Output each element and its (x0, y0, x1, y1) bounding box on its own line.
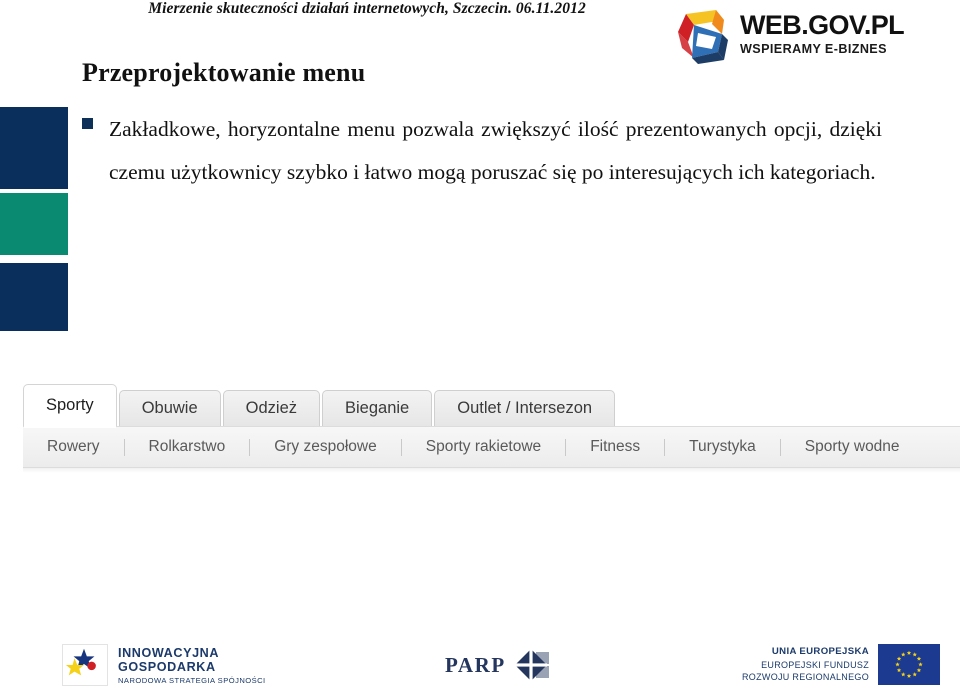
innowacyjna-gospodarka-stars-icon (62, 644, 108, 686)
innowacyjna-gospodarka-text: INNOWACYJNA GOSPODARKA NARODOWA STRATEGI… (118, 646, 266, 685)
decor-block-teal-middle (0, 193, 68, 255)
subnav-separator (123, 438, 125, 456)
ig-line-2: GOSPODARKA (118, 660, 216, 675)
tab-outlet-intersezon[interactable]: Outlet / Intersezon (434, 390, 616, 426)
tab-navigation-screenshot: Sporty Obuwie Odzież Bieganie Outlet / Inter… (23, 382, 960, 478)
subnav-shadow (23, 468, 960, 473)
eu-line-2: EUROPEJSKI FUNDUSZ (761, 659, 870, 670)
tab-sporty[interactable]: Sporty (23, 384, 117, 426)
active-tab-connector (24, 425, 116, 428)
web-gov-pl-logo: WEB.GOV.PL WSPIERAMY E-BIZNES (668, 6, 936, 68)
page-title: Przeprojektowanie menu (82, 58, 366, 87)
brand-text-group: WEB.GOV.PL WSPIERAMY E-BIZNES (740, 10, 936, 57)
eu-line-1: UNIA EUROPEJSKA (771, 646, 870, 658)
tab-strip: Sporty Obuwie Odzież Bieganie Outlet / Inter… (23, 382, 617, 426)
slide-body: Zakładkowe, horyzontalne menu pozwala zw… (82, 108, 882, 194)
subnav-item-rowery[interactable]: Rowery (45, 438, 102, 456)
decor-block-navy-bottom (0, 263, 68, 331)
parp-logo: PARP (445, 648, 554, 682)
subnav-separator (565, 438, 567, 456)
subnav-item-sporty-rakietowe[interactable]: Sporty rakietowe (424, 438, 543, 456)
eu-text-group: UNIA EUROPEJSKA EUROPEJSKI FUNDUSZ ROZWO… (742, 646, 869, 683)
subnav-separator (249, 438, 251, 456)
bullet-square-icon (82, 118, 93, 129)
subnav-separator (400, 438, 402, 456)
eu-flag-icon (878, 644, 941, 685)
sub-navigation-bar: Rowery Rolkarstwo Gry zespołowe Sporty raki… (23, 426, 960, 468)
header-title: Mierzenie skuteczności działań interneto… (148, 0, 586, 17)
decor-block-navy-top (0, 107, 68, 189)
bullet-text: Zakładkowe, horyzontalne menu pozwala zw… (109, 117, 882, 184)
ig-line-1: INNOWACYJNA (118, 645, 220, 660)
subnav-separator (779, 438, 781, 456)
web-gov-e-logo-icon (672, 8, 730, 64)
eu-logo: UNIA EUROPEJSKA EUROPEJSKI FUNDUSZ ROZWO… (742, 644, 941, 685)
brand-tagline: WSPIERAMY E-BIZNES (740, 42, 887, 56)
tab-odzie[interactable]: Odzież (222, 390, 320, 426)
subnav-item-rolkarstwo[interactable]: Rolkarstwo (147, 438, 228, 456)
subnav-item-sporty-wodne[interactable]: Sporty wodne (803, 438, 902, 456)
innowacyjna-gospodarka-logo: INNOWACYJNA GOSPODARKA NARODOWA STRATEGI… (62, 644, 266, 686)
subnav-item-gry-zespo-owe[interactable]: Gry zespołowe (272, 438, 379, 456)
tab-obuwie[interactable]: Obuwie (118, 390, 221, 426)
bullet-item: Zakładkowe, horyzontalne menu pozwala zw… (82, 108, 882, 194)
tab-bieganie[interactable]: Bieganie (322, 390, 433, 426)
brand-name: WEB.GOV.PL (740, 10, 905, 40)
left-decoration-column (0, 0, 68, 698)
slide-footer: INNOWACYJNA GOSPODARKA NARODOWA STRATEGI… (0, 636, 960, 698)
parp-label: PARP (445, 652, 506, 677)
subnav-item-turystyka[interactable]: Turystyka (687, 438, 758, 456)
subnav-separator (664, 438, 666, 456)
parp-diamond-icon (514, 648, 554, 682)
ig-line-3: NARODOWA STRATEGIA SPÓJNOŚCI (118, 675, 266, 685)
subnav-item-fitness[interactable]: Fitness (588, 438, 642, 456)
eu-line-3: ROZWOJU REGIONALNEGO (742, 671, 870, 682)
